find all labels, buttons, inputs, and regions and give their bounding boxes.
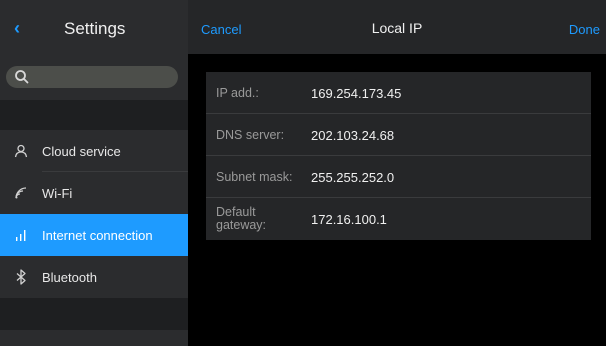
- ip-info-table: IP add.: 169.254.173.45 DNS server: 202.…: [206, 72, 591, 240]
- table-row: Default gateway: 172.16.100.1: [206, 198, 591, 240]
- chevron-left-icon[interactable]: ‹: [14, 18, 30, 38]
- sidebar-item-partial[interactable]: [0, 330, 188, 346]
- sidebar-item-label: Internet connection: [42, 227, 153, 243]
- row-value: 255.255.252.0: [311, 169, 395, 185]
- sidebar-title: Settings: [64, 19, 126, 38]
- person-icon: [0, 130, 42, 172]
- sidebar-item-label: Cloud service: [42, 143, 121, 159]
- row-label: IP add.:: [216, 85, 259, 100]
- search-input[interactable]: [6, 66, 178, 88]
- sidebar-item-cloud-service[interactable]: Cloud service: [0, 130, 188, 172]
- row-label: Default gateway:: [216, 205, 267, 232]
- row-label: DNS server:: [216, 127, 285, 142]
- row-value: 169.254.173.45: [311, 85, 402, 101]
- settings-sidebar: ‹ Settings Cloud service Wi-Fi Internet …: [0, 0, 188, 346]
- wifi-icon: [0, 172, 42, 214]
- sidebar-item-bluetooth[interactable]: Bluetooth: [0, 256, 188, 298]
- table-row: DNS server: 202.103.24.68: [206, 114, 591, 156]
- bluetooth-icon: [0, 256, 42, 298]
- panel-header: Cancel Local IP Done: [188, 0, 606, 54]
- sidebar-item-label: Bluetooth: [42, 269, 97, 285]
- signal-bars-icon: [0, 214, 42, 256]
- search-icon: [15, 70, 29, 84]
- section-gap: [0, 300, 188, 330]
- sidebar-item-wifi[interactable]: Wi-Fi: [0, 172, 188, 214]
- table-row: IP add.: 169.254.173.45: [206, 72, 591, 114]
- sidebar-item-label: Wi-Fi: [42, 185, 73, 201]
- sidebar-item-internet-connection[interactable]: Internet connection: [0, 214, 188, 256]
- sidebar-header: ‹ Settings: [0, 0, 188, 54]
- section-gap: [0, 100, 188, 130]
- row-value: 202.103.24.68: [311, 127, 395, 143]
- row-label: Subnet mask:: [216, 169, 293, 184]
- done-button[interactable]: Done: [569, 22, 600, 37]
- row-value: 172.16.100.1: [311, 211, 387, 227]
- page-title: Local IP: [371, 20, 423, 36]
- table-row: Subnet mask: 255.255.252.0: [206, 156, 591, 198]
